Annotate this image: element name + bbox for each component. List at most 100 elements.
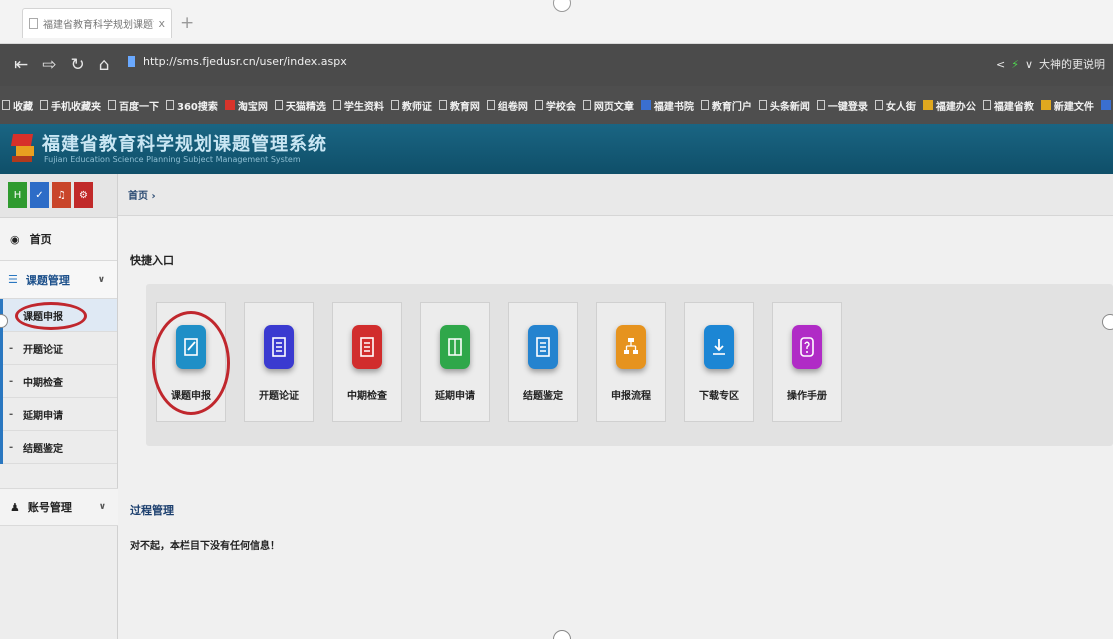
bookmark-item[interactable]: 女人街 [874,98,916,113]
tile-label: 开题论证 [259,391,299,402]
bookmark-icon [332,100,341,110]
bookmark-item[interactable]: 从前慢 [1100,98,1113,113]
sidebar-item-label: 延期申请 [23,410,63,422]
bookmark-item[interactable]: 淘宝网 [224,98,268,113]
bookmark-icon [816,100,825,110]
bookmark-label: 福建书院 [653,101,694,113]
forward-icon[interactable]: ⇨ [42,55,56,75]
bookmark-icon [2,100,10,110]
bookmark-label: 学校会 [545,101,576,113]
bookmark-icon [438,100,447,110]
tab-strip: 福建省教育科学规划课题管理系 x + [0,0,1113,44]
bookmark-label: 一键登录 [827,101,868,113]
refresh-icon[interactable]: ↻ [71,55,85,75]
bookmark-label: 天猫精选 [285,101,326,113]
search-engine-text[interactable]: 大神的更说明 [1039,56,1105,72]
bookmark-item[interactable]: 网页文章 [582,98,634,113]
sidebar-group-projects[interactable]: ☰ 课题管理 ∨ [0,261,117,299]
chevron-down-icon: ∨ [97,274,105,285]
shortcut-button-1[interactable]: H [8,182,27,208]
tab-close-icon[interactable]: x [158,17,165,30]
site-subtitle: Fujian Education Science Planning Subjec… [44,155,301,164]
bookmark-icon [166,100,174,110]
bookmark-icon [700,100,709,110]
bookmark-item[interactable]: 新建文件 [1040,98,1094,113]
bookmark-icon [108,100,116,110]
tile-label: 申报流程 [611,391,651,402]
quick-entry-tile[interactable]: 中期检查 [332,302,402,422]
bookmark-label: 教师证 [401,101,432,113]
bookmark-item[interactable]: 教育网 [438,98,480,113]
shortcut-button-2[interactable]: ✓ [30,182,49,208]
sidebar-item-apply[interactable]: 课题申报 [3,299,117,332]
bookmark-item[interactable]: 组卷网 [486,98,528,113]
sidebar-item-label: 结题鉴定 [23,443,63,455]
resize-handle[interactable] [1102,314,1113,330]
quick-entry-tile[interactable]: 操作手册 [772,302,842,422]
address-bar: ⇤ ⇨ ↻ ⌂ http://sms.fjedusr.cn/user/index… [0,44,1113,86]
sidebar-item-opening[interactable]: - 开题论证 [3,332,117,365]
bookmark-item[interactable]: 教育门户 [700,98,752,113]
bookmark-icon [486,100,495,110]
bookmark-label: 福建办公 [935,101,976,113]
shortcut-button-4[interactable]: ⚙ [74,182,93,208]
quick-entry-tile[interactable]: 申报流程 [596,302,666,422]
share-icon[interactable]: < [996,58,1005,71]
bookmark-item[interactable]: 百度一下 [108,98,159,113]
bookmark-item[interactable]: 福建省教 [982,98,1034,113]
page-icon [29,18,38,29]
bookmark-item[interactable]: 360搜索 [166,98,218,113]
quick-entry-title: 快捷入口 [130,254,174,267]
bookmark-item[interactable]: 福建书院 [640,98,694,113]
document-icon [352,325,382,369]
quick-entry-tile[interactable]: 延期申请 [420,302,490,422]
sidebar-item-midterm[interactable]: - 中期检查 [3,365,117,398]
sidebar-item-label: 首页 [29,233,52,246]
breadcrumb[interactable]: 首页 › [118,174,1113,216]
url-field[interactable]: http://sms.fjedusr.cn/user/index.aspx [128,55,347,68]
chevron-down-icon[interactable]: ∨ [1025,58,1033,71]
annotation-circle [152,311,230,415]
tile-label: 结题鉴定 [523,391,563,402]
bookmark-item[interactable]: 学校会 [534,98,576,113]
shortcut-button-3[interactable]: ♫ [52,182,71,208]
bookmark-label: 组卷网 [497,101,528,113]
bookmark-icon [640,100,651,110]
quick-entry-tile[interactable]: 结题鉴定 [508,302,578,422]
bookmark-label: 淘宝网 [237,101,268,113]
bookmark-label: 收藏 [13,101,33,113]
quick-entry-tile[interactable]: 下载专区 [684,302,754,422]
sidebar-item-home[interactable]: ◉ 首页 [0,218,117,261]
bookmark-icon [874,100,883,110]
sidebar-item-extension[interactable]: - 延期申请 [3,398,117,431]
quick-entry-tile[interactable]: 开题论证 [244,302,314,422]
bookmark-item[interactable]: 头条新闻 [758,98,810,113]
bookmark-label: 百度一下 [119,101,159,113]
bookmark-item[interactable]: 手机收藏夹 [40,98,101,113]
resize-handle[interactable] [553,0,571,12]
bookmark-label: 教育网 [449,101,480,113]
bookmark-icon [758,100,767,110]
back-icon[interactable]: ⇤ [14,55,28,75]
browser-tab[interactable]: 福建省教育科学规划课题管理系 x [22,8,172,38]
bolt-icon[interactable]: ⚡ [1011,58,1019,71]
new-tab-button[interactable]: + [180,13,194,33]
bookmark-item[interactable]: 福建办公 [922,98,976,113]
sidebar-item-conclusion[interactable]: - 结题鉴定 [3,431,117,464]
bookmark-item[interactable]: 收藏 [2,98,33,113]
bookmark-icon [274,100,283,110]
bookmark-item[interactable]: 学生资料 [332,98,384,113]
home-icon[interactable]: ⌂ [99,55,110,75]
download-icon [704,325,734,369]
bookmark-item[interactable]: 天猫精选 [274,98,326,113]
bookmark-label: 女人街 [885,101,916,113]
user-icon: ♟ [10,500,20,514]
bookmark-item[interactable]: 教师证 [390,98,432,113]
bookmark-icon [982,100,991,110]
annotation-circle [15,302,87,330]
tile-label: 延期申请 [435,391,475,402]
document-icon [528,325,558,369]
quick-entry-tile[interactable]: 课题申报 [152,302,230,422]
sidebar-group-account[interactable]: ♟ 账号管理 ∨ [0,488,118,526]
bookmark-item[interactable]: 一键登录 [816,98,868,113]
